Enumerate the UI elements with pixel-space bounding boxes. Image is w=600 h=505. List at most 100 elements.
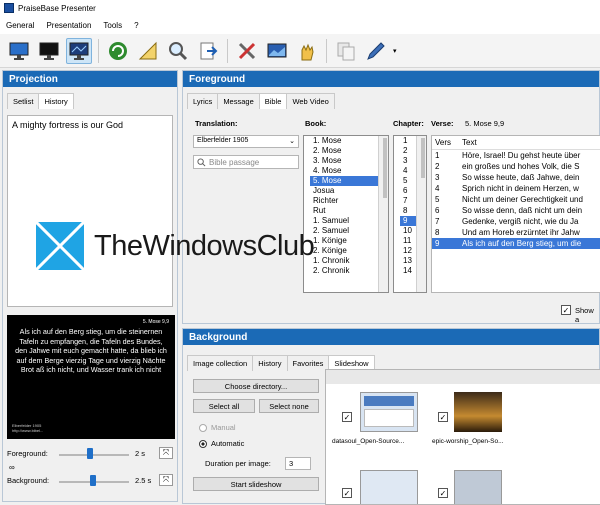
book-item[interactable]: 2. Samuel <box>310 226 378 236</box>
chapter-item[interactable]: 6 <box>400 186 416 196</box>
book-item[interactable]: 5. Mose <box>310 176 378 186</box>
thumb-image[interactable] <box>454 470 502 504</box>
manual-radio[interactable] <box>199 423 207 432</box>
verse-row[interactable]: 8 Und am Horeb erzürntet ihr Jahw <box>432 227 600 238</box>
chapter-item[interactable]: 13 <box>400 256 416 266</box>
translation-select[interactable]: Elberfelder 1905 ⌄ <box>193 135 299 148</box>
tab-history[interactable]: History <box>38 93 74 109</box>
verse-row[interactable]: 3 So wisse heute, daß Jahwe, dein <box>432 172 600 183</box>
duration-input[interactable]: 3 <box>285 457 311 470</box>
tab-web-video[interactable]: Web Video <box>286 93 335 109</box>
thumb-checkbox[interactable]: ✓ <box>438 412 448 422</box>
monitor-blue-icon[interactable] <box>6 38 32 64</box>
ruler-pencil-icon[interactable] <box>135 38 161 64</box>
chapter-scroll-thumb[interactable] <box>421 138 425 178</box>
chapter-item[interactable]: 10 <box>400 226 416 236</box>
chapter-list[interactable]: 1 2 3 4 5 6 7 8 9 10 11 12 13 14 <box>393 135 427 293</box>
automatic-radio[interactable] <box>199 439 207 448</box>
search-icon[interactable] <box>165 38 191 64</box>
book-item[interactable]: 3. Mose <box>310 156 378 166</box>
verse-row[interactable]: 7 Gedenke, vergiß nicht, wie du Ja <box>432 216 600 227</box>
export-icon[interactable] <box>195 38 221 64</box>
chapter-item[interactable]: 2 <box>400 146 416 156</box>
thumb-checkbox[interactable]: ✓ <box>342 488 352 498</box>
thumb-checkbox[interactable]: ✓ <box>438 488 448 498</box>
thumb-image[interactable] <box>454 392 502 432</box>
chapter-item[interactable]: 11 <box>400 236 416 246</box>
menu-presentation[interactable]: Presentation <box>46 21 91 30</box>
verse-row[interactable]: 1 Höre, Israel! Du gehst heute über <box>432 150 600 161</box>
hand-icon[interactable] <box>294 38 320 64</box>
chapter-item[interactable]: 12 <box>400 246 416 256</box>
verse-row[interactable]: 9 Als ich auf den Berg stieg, um die <box>432 238 600 249</box>
tab-lyrics[interactable]: Lyrics <box>187 93 219 109</box>
manual-option[interactable]: Manual <box>199 423 236 432</box>
background-fade-icon[interactable]: ⤧ <box>159 474 173 486</box>
tab-favorites[interactable]: Favorites <box>286 355 330 371</box>
monitor-black-icon[interactable] <box>36 38 62 64</box>
monitor-live-icon[interactable] <box>66 37 92 64</box>
book-item[interactable]: 2. Könige <box>310 246 378 256</box>
tab-history[interactable]: History <box>252 355 288 371</box>
menu-help[interactable]: ? <box>134 21 138 30</box>
verse-row[interactable]: 6 So wisse denn, daß nicht um dein <box>432 205 600 216</box>
chapter-scrollbar[interactable] <box>416 136 426 292</box>
choose-directory-button[interactable]: Choose directory... <box>193 379 319 393</box>
book-item[interactable]: 4. Mose <box>310 166 378 176</box>
chapter-item[interactable]: 1 <box>400 136 416 146</box>
verse-row[interactable]: 4 Sprich nicht in deinem Herzen, w <box>432 183 600 194</box>
book-item[interactable]: 1. Samuel <box>310 216 378 226</box>
verse-text: So wisse heute, daß Jahwe, dein <box>462 173 580 182</box>
select-none-button[interactable]: Select none <box>259 399 319 413</box>
link-icon[interactable]: ∞ <box>9 463 15 472</box>
menu-tools[interactable]: Tools <box>103 21 122 30</box>
verse-row[interactable]: 5 Nicht um deiner Gerechtigkeit und <box>432 194 600 205</box>
thumb-checkbox[interactable]: ✓ <box>342 412 352 422</box>
chapter-item[interactable]: 8 <box>400 206 416 216</box>
book-item[interactable]: 2. Chronik <box>310 266 378 276</box>
book-item[interactable]: Rut <box>310 206 378 216</box>
book-item[interactable]: 1. Könige <box>310 236 378 246</box>
foreground-fade-icon[interactable]: ⤧ <box>159 447 173 459</box>
book-item[interactable]: 1. Mose <box>310 136 378 146</box>
foreground-slider[interactable] <box>87 448 93 459</box>
select-all-button[interactable]: Select all <box>193 399 255 413</box>
chapter-item[interactable]: 9 <box>400 216 416 226</box>
thumb-image[interactable] <box>360 470 418 504</box>
show-checkbox[interactable]: ✓ <box>561 305 571 315</box>
copy-icon[interactable] <box>333 38 359 64</box>
tools-icon[interactable] <box>234 38 260 64</box>
tab-setlist[interactable]: Setlist <box>7 93 40 109</box>
automatic-option[interactable]: Automatic <box>199 439 244 448</box>
verse-table-header: Vers Text <box>432 136 600 150</box>
verse-row[interactable]: 2 ein großes und hohes Volk, die S <box>432 161 600 172</box>
book-item[interactable]: 1. Chronik <box>310 256 378 266</box>
background-slider[interactable] <box>90 475 96 486</box>
monitor-image-icon[interactable] <box>264 38 290 64</box>
bible-search[interactable]: Bible passage <box>193 155 299 169</box>
chapter-item[interactable]: 4 <box>400 166 416 176</box>
book-item[interactable]: 2. Mose <box>310 146 378 156</box>
chapter-item[interactable]: 14 <box>400 266 416 276</box>
title-bar: PraiseBase Presenter <box>0 0 600 16</box>
refresh-icon[interactable] <box>105 38 131 64</box>
book-item[interactable]: Richter <box>310 196 378 206</box>
pen-icon[interactable] <box>363 38 389 64</box>
tab-bible[interactable]: Bible <box>258 93 288 109</box>
chapter-item[interactable]: 7 <box>400 196 416 206</box>
tab-message[interactable]: Message <box>217 93 260 109</box>
menu-general[interactable]: General <box>6 21 34 30</box>
tab-image-collection[interactable]: Image collection <box>187 355 254 371</box>
history-item[interactable]: A mighty fortress is our God <box>12 120 168 130</box>
thumb-image[interactable] <box>360 392 418 432</box>
start-slideshow-button[interactable]: Start slideshow <box>193 477 319 491</box>
book-scroll-thumb[interactable] <box>383 138 387 198</box>
chevron-down-icon[interactable]: ▾ <box>393 47 397 55</box>
background-panel: Background Image collection History Favo… <box>182 328 600 505</box>
book-item[interactable]: Josua <box>310 186 378 196</box>
book-scrollbar[interactable] <box>378 136 388 292</box>
chapter-item[interactable]: 5 <box>400 176 416 186</box>
chapter-item[interactable]: 3 <box>400 156 416 166</box>
verse-text: Sprich nicht in deinem Herzen, w <box>462 184 579 193</box>
book-list[interactable]: 1. Mose 2. Mose 3. Mose 4. Mose 5. Mose Josua… <box>303 135 389 293</box>
